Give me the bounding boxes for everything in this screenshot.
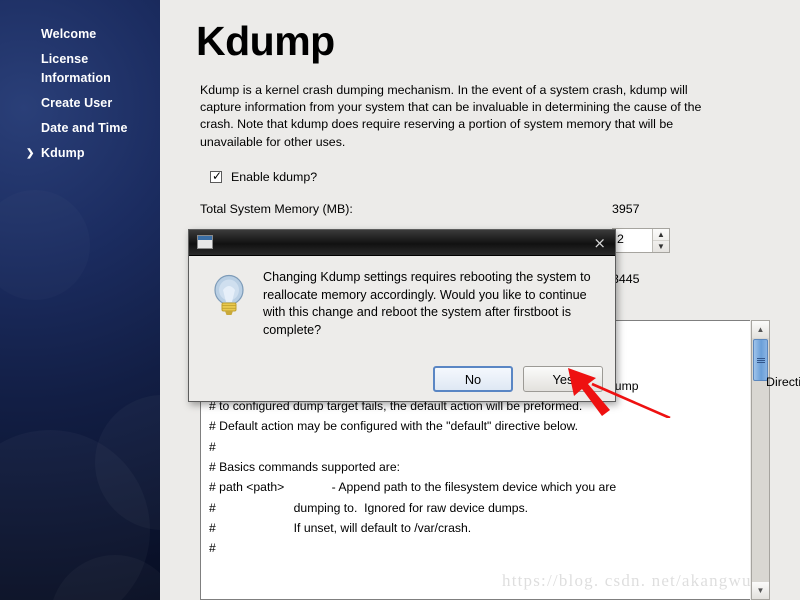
total-memory-label: Total System Memory (MB):: [200, 202, 353, 216]
sidebar-item-date-and-time[interactable]: Date and Time: [0, 116, 160, 141]
scroll-down-icon[interactable]: ▼: [752, 582, 769, 599]
textview-scrollbar[interactable]: ▲ ▼: [751, 320, 770, 600]
sidebar-item-license-information[interactable]: License: [0, 47, 160, 69]
window-icon: [197, 235, 213, 249]
enable-kdump-row[interactable]: ✓ Enable kdump?: [210, 169, 318, 184]
reboot-confirmation-dialog: × Changing Kdump settings requires reboo…: [188, 229, 616, 402]
dialog-message: Changing Kdump settings requires rebooti…: [263, 270, 591, 337]
scrollbar-grip-icon: [756, 357, 765, 363]
directives-label: Directives in: [766, 375, 800, 389]
page-title: Kdump: [196, 18, 335, 64]
spinner-buttons[interactable]: ▲ ▼: [652, 229, 669, 252]
sidebar-item-welcome[interactable]: Welcome: [0, 22, 160, 47]
sidebar-current-marker-icon: ❯: [26, 148, 35, 159]
sidebar-item-label: Information: [41, 71, 111, 85]
spinner-up-icon[interactable]: ▲: [653, 229, 669, 241]
sidebar-item-license-information-line2[interactable]: Information: [0, 69, 160, 91]
close-icon[interactable]: ×: [593, 233, 606, 253]
yes-button[interactable]: Yes: [523, 366, 603, 392]
spinner-down-icon[interactable]: ▼: [653, 241, 669, 252]
scroll-up-icon[interactable]: ▲: [752, 321, 769, 338]
sidebar-item-label: Welcome: [41, 27, 97, 41]
lightbulb-icon: [214, 274, 244, 315]
intro-paragraph: Kdump is a kernel crash dumping mechanis…: [200, 83, 702, 149]
total-memory-value: 3957: [612, 202, 640, 216]
sidebar-nav: Welcome License Information Create User …: [0, 22, 160, 166]
usable-memory-value: 3445: [612, 272, 640, 286]
app-window: Welcome License Information Create User …: [0, 0, 800, 600]
sidebar: Welcome License Information Create User …: [0, 0, 160, 600]
kdump-memory-value[interactable]: 2: [613, 229, 652, 252]
check-icon: ✓: [212, 169, 223, 183]
sidebar-item-kdump[interactable]: ❯ Kdump: [0, 141, 160, 166]
kdump-memory-spinner[interactable]: 2 ▲ ▼: [612, 228, 670, 253]
enable-kdump-label: Enable kdump?: [231, 170, 318, 184]
sidebar-item-label: Create User: [41, 96, 113, 110]
dialog-body: Changing Kdump settings requires rebooti…: [189, 256, 615, 402]
watermark: https://blog. csdn. net/akangwu: [502, 571, 752, 590]
sidebar-item-label: Kdump: [41, 146, 85, 160]
dialog-titlebar[interactable]: ×: [189, 230, 615, 256]
sidebar-item-label: Date and Time: [41, 121, 128, 135]
decorative-bubble: [0, 190, 90, 300]
sidebar-item-label: License: [41, 52, 89, 66]
no-button[interactable]: No: [433, 366, 513, 392]
dialog-buttons: No Yes: [433, 366, 603, 392]
sidebar-item-create-user[interactable]: Create User: [0, 91, 160, 116]
enable-kdump-checkbox[interactable]: ✓: [210, 169, 223, 183]
